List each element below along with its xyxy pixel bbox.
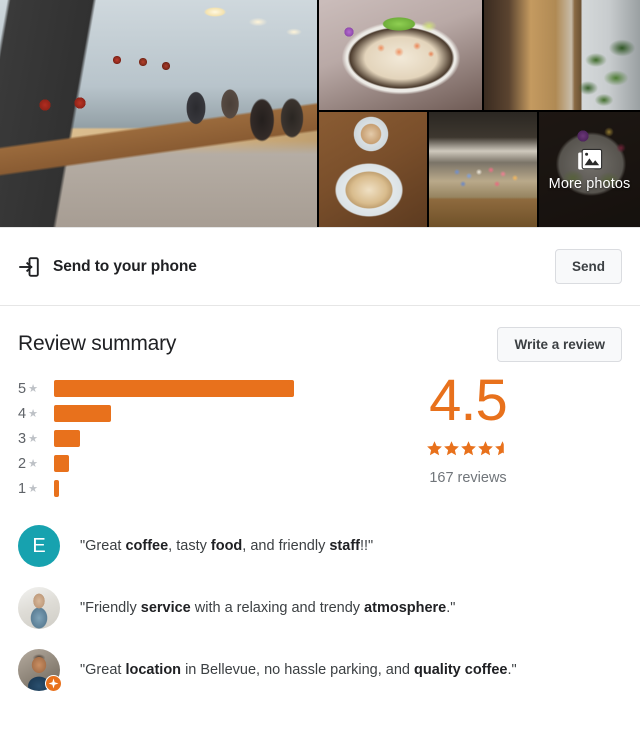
photo-gallery: More photos [0,0,640,227]
rating-level-number: 1 [18,480,27,497]
review-summary-header: Review summary Write a review [0,306,640,362]
avatar: E [18,525,60,567]
review-snippet-text: "Friendly service with a relaxing and tr… [80,599,455,618]
rating-histogram-label: 1 ★ [18,481,54,497]
rating-level-number: 4 [18,405,27,422]
rating-histogram-row-2-star: 2 ★ [18,451,314,476]
rating-level-number: 5 [18,380,27,397]
aggregate-rating-score: 4.5 [429,368,508,433]
photos-stack-icon [577,148,603,172]
rating-histogram-bar [54,480,59,497]
review-keyword: staff [329,537,360,554]
aggregate-rating-stars [426,440,511,458]
rating-histogram-row-5-star: 5 ★ [18,376,314,401]
rating-histogram-bar [54,430,80,447]
rating-histogram-label: 3 ★ [18,431,54,447]
latte-art-photo[interactable] [319,112,427,227]
rating-histogram-bar-track [54,451,314,476]
cafe-interior-photo[interactable] [0,0,317,227]
rating-histogram-bar-track [54,476,314,501]
rating-histogram-row-1-star: 1 ★ [18,476,314,501]
star-icon: ★ [28,482,38,495]
review-keyword: quality coffee [414,661,508,678]
pastry-case-photo[interactable] [429,112,537,227]
rating-histogram-bar [54,405,111,422]
avatar-wrap [18,649,62,692]
star-icon [443,440,460,458]
salmon-bagel-image [319,0,482,110]
rating-histogram-bar-track [54,426,314,451]
review-snippet[interactable]: "Friendly service with a relaxing and tr… [18,577,622,639]
rating-histogram-bar-track [54,401,314,426]
write-a-review-button[interactable]: Write a review [497,326,622,362]
review-text-fragment: , and friendly [242,537,330,554]
latte-art-image [319,112,427,227]
avatar-wrap [18,587,60,629]
send-button[interactable]: Send [554,249,622,284]
review-keyword: service [140,599,191,616]
half-star-icon [494,440,511,458]
review-snippet-text: "Great coffee, tasty food, and friendly … [80,537,373,556]
review-text-fragment: ." [446,599,456,616]
star-icon: ★ [28,457,38,470]
review-keyword: coffee [125,537,169,554]
send-to-phone-label: Send to your phone [53,257,197,275]
review-keyword: atmosphere [364,599,447,616]
avatar-wrap: E [18,525,60,567]
star-icon: ★ [28,407,38,420]
star-icon: ★ [28,432,38,445]
review-text-fragment: in Bellevue, no hassle parking, and [181,661,415,678]
review-text-fragment: ." [507,661,517,678]
review-text-fragment: , tasty [168,537,211,554]
star-icon [460,440,477,458]
rating-histogram-bar [54,380,294,397]
star-icon [426,440,443,458]
rating-histogram-label: 5 ★ [18,381,54,397]
review-summary-body: 5 ★ 4 ★ 3 ★ 2 ★ 1 ★ 4.5 167 reviews [0,362,640,501]
rating-histogram: 5 ★ 4 ★ 3 ★ 2 ★ 1 ★ [18,370,314,501]
review-keyword: food [210,537,243,554]
rating-histogram-label: 2 ★ [18,456,54,472]
reviews-count-label: 167 reviews [429,470,507,486]
more-photos-label: More photos [548,175,631,192]
review-summary-title: Review summary [18,332,177,355]
more-photos-tile[interactable]: More photos [539,112,640,227]
review-text-fragment: "Great [80,537,126,554]
star-icon: ★ [28,382,38,395]
window-plant-photo[interactable] [484,0,640,110]
rating-histogram-bar [54,455,69,472]
rating-histogram-row-3-star: 3 ★ [18,426,314,451]
window-plant-image [484,0,640,110]
review-snippet-text: "Great location in Bellevue, no hassle p… [80,661,517,680]
send-to-device-icon [18,256,40,278]
cafe-interior-image [0,0,317,227]
rating-histogram-label: 4 ★ [18,406,54,422]
star-icon [477,440,494,458]
send-to-phone-label-group[interactable]: Send to your phone [18,256,555,278]
review-snippet[interactable]: E "Great coffee, tasty food, and friendly… [18,515,622,577]
review-keyword: location [125,661,182,678]
review-text-fragment: with a relaxing and trendy [190,599,365,616]
aggregate-rating-block: 4.5 167 reviews [314,370,622,501]
review-text-fragment: !!" [359,537,374,554]
send-to-phone-row: Send to your phone Send [0,228,640,305]
rating-level-number: 2 [18,455,27,472]
rating-level-number: 3 [18,430,27,447]
review-text-fragment: "Great [80,661,126,678]
review-snippet-list: E "Great coffee, tasty food, and friendly… [0,501,640,701]
local-guide-badge [45,675,62,692]
review-snippet[interactable]: "Great location in Bellevue, no hassle p… [18,639,622,701]
avatar [18,587,60,629]
rating-histogram-bar-track [54,376,314,401]
review-text-fragment: "Friendly [80,599,141,616]
pastry-case-image [429,112,537,227]
rating-histogram-row-4-star: 4 ★ [18,401,314,426]
salmon-bagel-photo[interactable] [319,0,482,110]
